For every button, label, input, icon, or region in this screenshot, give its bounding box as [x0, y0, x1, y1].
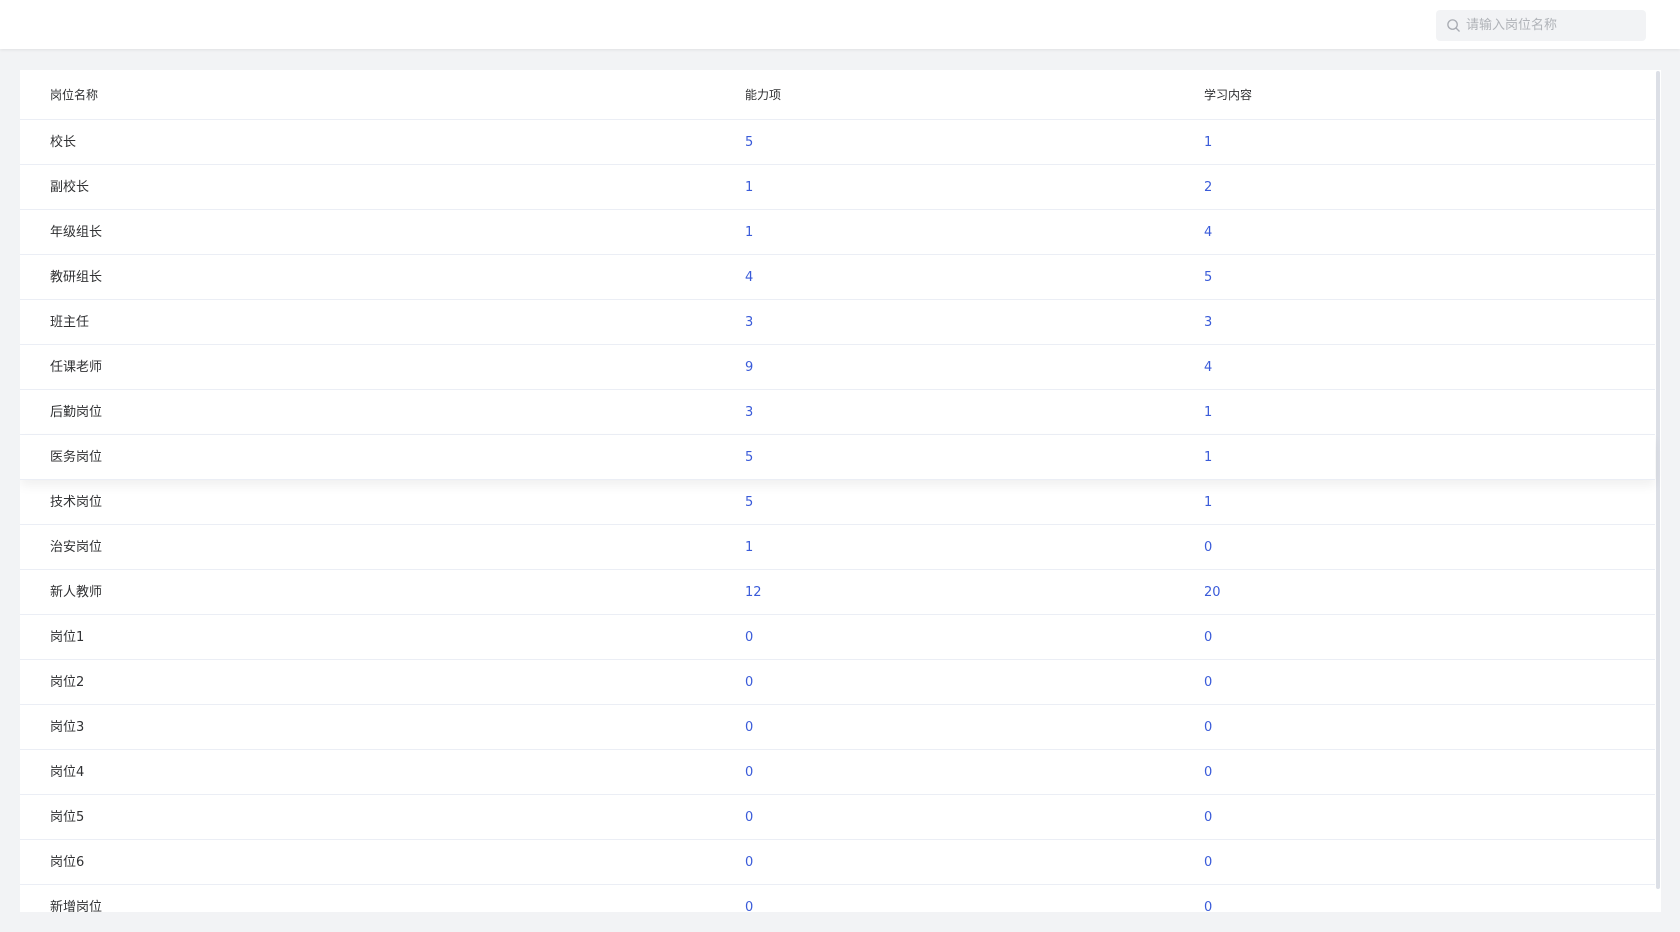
position-name: 年级组长 [50, 225, 103, 240]
learning-count-link[interactable]: 20 [1204, 570, 1221, 615]
table-row[interactable]: 副校长 1 2 [20, 165, 1655, 210]
learning-count-link[interactable]: 5 [1204, 255, 1212, 300]
learning-count-link[interactable]: 0 [1204, 885, 1212, 912]
ability-count-link[interactable]: 9 [745, 345, 753, 390]
search-input[interactable] [1466, 10, 1638, 41]
table-row[interactable]: 岗位5 0 0 [20, 795, 1655, 840]
search-box[interactable] [1436, 10, 1646, 41]
table-row[interactable]: 岗位4 0 0 [20, 750, 1655, 795]
ability-count-link[interactable]: 0 [745, 750, 753, 795]
table-row[interactable]: 校长 5 1 [20, 120, 1655, 165]
table-row[interactable]: 新人教师 12 20 [20, 570, 1655, 615]
learning-count-link[interactable]: 1 [1204, 120, 1212, 165]
ability-count-link[interactable]: 3 [745, 390, 753, 435]
ability-count-link[interactable]: 5 [745, 480, 753, 525]
learning-count-link[interactable]: 2 [1204, 165, 1212, 210]
learning-count-link[interactable]: 4 [1204, 345, 1212, 390]
learning-count-link[interactable]: 4 [1204, 210, 1212, 255]
position-name: 教研组长 [50, 270, 103, 285]
position-name: 岗位6 [50, 855, 85, 870]
learning-count-link[interactable]: 0 [1204, 795, 1212, 840]
search-icon [1447, 19, 1460, 32]
scrollbar-thumb[interactable] [1656, 71, 1660, 889]
ability-count-link[interactable]: 3 [745, 300, 753, 345]
table-row[interactable]: 治安岗位 1 0 [20, 525, 1655, 570]
position-name: 岗位5 [50, 810, 85, 825]
position-name: 班主任 [50, 315, 90, 330]
position-name: 副校长 [50, 180, 90, 195]
position-name: 后勤岗位 [50, 405, 103, 420]
ability-count-link[interactable]: 1 [745, 525, 753, 570]
ability-count-link[interactable]: 0 [745, 795, 753, 840]
table-row[interactable]: 班主任 3 3 [20, 300, 1655, 345]
learning-count-link[interactable]: 0 [1204, 615, 1212, 660]
ability-count-link[interactable]: 0 [745, 840, 753, 885]
ability-count-link[interactable]: 1 [745, 210, 753, 255]
learning-count-link[interactable]: 3 [1204, 300, 1212, 345]
learning-count-link[interactable]: 0 [1204, 840, 1212, 885]
table-row[interactable]: 教研组长 4 5 [20, 255, 1655, 300]
scrollbar[interactable] [1655, 70, 1661, 912]
learning-count-link[interactable]: 0 [1204, 660, 1212, 705]
table-row[interactable]: 技术岗位 5 1 [20, 480, 1655, 525]
position-name: 岗位3 [50, 720, 85, 735]
learning-count-link[interactable]: 0 [1204, 705, 1212, 750]
position-name: 新人教师 [50, 585, 103, 600]
position-name: 岗位1 [50, 630, 85, 645]
position-name: 任课老师 [50, 360, 103, 375]
position-name: 技术岗位 [50, 495, 103, 510]
learning-count-link[interactable]: 0 [1204, 750, 1212, 795]
ability-count-link[interactable]: 0 [745, 885, 753, 912]
ability-count-link[interactable]: 12 [745, 570, 762, 615]
table-row[interactable]: 岗位3 0 0 [20, 705, 1655, 750]
learning-count-link[interactable]: 1 [1204, 435, 1212, 480]
table-row[interactable]: 任课老师 9 4 [20, 345, 1655, 390]
ability-count-link[interactable]: 0 [745, 615, 753, 660]
ability-count-link[interactable]: 1 [745, 165, 753, 210]
page-bottom [0, 912, 1680, 932]
table-row[interactable]: 岗位6 0 0 [20, 840, 1655, 885]
ability-count-link[interactable]: 0 [745, 705, 753, 750]
positions-table-card: 岗位名称 能力项 学习内容 校长 5 1 副校长 1 2 年级组长 1 4 教研组长 4 5 班主任 3 3… [20, 70, 1661, 912]
learning-count-link[interactable]: 0 [1204, 525, 1212, 570]
table-body: 校长 5 1 副校长 1 2 年级组长 1 4 教研组长 4 5 班主任 3 3 任课老师 9 4 后勤岗位 3 1 医务… [20, 120, 1655, 912]
table-row[interactable]: 后勤岗位 3 1 [20, 390, 1655, 435]
position-name: 岗位2 [50, 675, 85, 690]
position-name: 治安岗位 [50, 540, 103, 555]
header-ability-items[interactable]: 能力项 [745, 70, 781, 120]
learning-count-link[interactable]: 1 [1204, 390, 1212, 435]
position-name: 校长 [50, 135, 77, 150]
header-learning-content[interactable]: 学习内容 [1204, 70, 1252, 120]
position-name: 新增岗位 [50, 900, 103, 912]
table-row[interactable]: 新增岗位 0 0 [20, 885, 1655, 912]
table-row[interactable]: 医务岗位 5 1 [20, 435, 1655, 480]
position-name: 岗位4 [50, 765, 85, 780]
header-position-name[interactable]: 岗位名称 [50, 70, 98, 120]
ability-count-link[interactable]: 0 [745, 660, 753, 705]
ability-count-link[interactable]: 5 [745, 435, 753, 480]
table-header: 岗位名称 能力项 学习内容 [20, 70, 1655, 120]
ability-count-link[interactable]: 4 [745, 255, 753, 300]
position-name: 医务岗位 [50, 450, 103, 465]
table-row[interactable]: 岗位1 0 0 [20, 615, 1655, 660]
ability-count-link[interactable]: 5 [745, 120, 753, 165]
table-row[interactable]: 年级组长 1 4 [20, 210, 1655, 255]
learning-count-link[interactable]: 1 [1204, 480, 1212, 525]
top-bar [0, 0, 1680, 49]
table-row[interactable]: 岗位2 0 0 [20, 660, 1655, 705]
